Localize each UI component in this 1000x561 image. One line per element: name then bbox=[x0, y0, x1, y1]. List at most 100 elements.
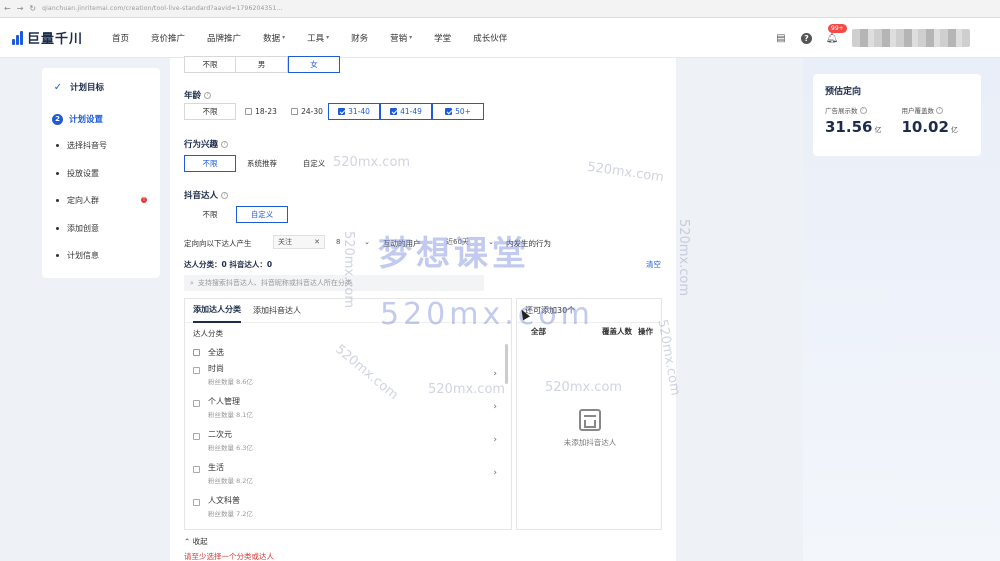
age-option[interactable]: 24-30 bbox=[286, 103, 328, 120]
category-fans: 粉丝数量 7.2亿 bbox=[208, 510, 253, 518]
nav-item[interactable]: 数据 ▾ bbox=[252, 32, 296, 44]
days-select[interactable]: 近60天 ⌄ bbox=[442, 235, 498, 249]
chevron-down-icon: ⌄ bbox=[364, 238, 370, 246]
nav-item[interactable]: 首页 bbox=[101, 32, 140, 44]
top-right-tools: ▤ ? 🔔︎ 99+ bbox=[775, 18, 970, 58]
nav-item[interactable]: 竞价推广 bbox=[140, 32, 196, 44]
users-unit: 亿 bbox=[950, 126, 958, 134]
option-button[interactable]: 自定义 bbox=[236, 206, 288, 223]
age-checkbox[interactable] bbox=[445, 108, 453, 115]
help-icon[interactable]: ? bbox=[221, 140, 229, 148]
logo[interactable]: 巨量千川 bbox=[12, 28, 83, 47]
sidebar-item[interactable]: 选择抖音号 bbox=[56, 132, 160, 160]
age-checkbox[interactable] bbox=[390, 108, 398, 115]
follow-filter-tag[interactable]: 关注 ✕ bbox=[273, 235, 325, 249]
nav-item-label: 竞价推广 bbox=[151, 33, 186, 44]
impressions-unit: 亿 bbox=[874, 126, 882, 134]
category-checkbox[interactable] bbox=[193, 466, 200, 473]
watermark: 520mx.com bbox=[676, 218, 692, 297]
document-icon[interactable]: ▤ bbox=[775, 32, 787, 44]
category-tab[interactable]: 添加达人分类 bbox=[193, 299, 241, 323]
nav-item[interactable]: 营销 ▾ bbox=[379, 32, 423, 44]
option-button[interactable]: 不限 bbox=[184, 155, 236, 172]
category-list: 时尚 粉丝数量 8.6亿 › 个人管理 粉丝数量 8.1亿 › 二次元 粉丝数量 6.3亿 › 生… bbox=[185, 363, 511, 528]
option-button[interactable]: 女 bbox=[288, 56, 340, 73]
category-row[interactable]: 人文科普 粉丝数量 7.2亿 bbox=[185, 495, 511, 528]
top-nav: 巨量千川 首页 竞价推广 品牌推广 数据 ▾ 工具 ▾ 财务 营销 ▾ 学堂 成长伙伴 ▤ ? 🔔︎ 9… bbox=[0, 18, 1000, 58]
sidebar-item[interactable]: 计划信息 bbox=[56, 242, 160, 270]
option-button[interactable]: 不限 bbox=[184, 56, 236, 73]
chevron-right-icon[interactable]: › bbox=[493, 402, 497, 412]
user-account-blurred[interactable] bbox=[852, 29, 970, 47]
step-plan-settings[interactable]: 2 计划设置 bbox=[52, 110, 160, 128]
age-checkbox[interactable] bbox=[338, 108, 346, 115]
age-option[interactable]: 50+ bbox=[432, 103, 484, 120]
nav-item[interactable]: 财务 bbox=[340, 32, 379, 44]
option-label: 系统推荐 bbox=[247, 159, 277, 168]
empty-text: 未添加抖音达人 bbox=[563, 438, 617, 447]
nav-item[interactable]: 学堂 bbox=[423, 32, 462, 44]
sidebar-item-label: 投放设置 bbox=[67, 168, 99, 178]
age-checkbox[interactable] bbox=[291, 108, 299, 115]
option-button[interactable]: 自定义 bbox=[288, 155, 340, 172]
age-option[interactable]: 41-49 bbox=[380, 103, 432, 120]
category-section-title: 达人分类 bbox=[193, 329, 223, 338]
collapse-label: 收起 bbox=[192, 537, 208, 546]
step-plan-goal[interactable]: ✓ 计划目标 bbox=[52, 78, 160, 96]
main-menu: 首页 竞价推广 品牌推广 数据 ▾ 工具 ▾ 财务 营销 ▾ 学堂 成长伙伴 bbox=[101, 32, 518, 44]
select-all-checkbox[interactable] bbox=[193, 348, 200, 356]
sidebar-item[interactable]: 添加创意 bbox=[56, 215, 160, 243]
sidebar-item[interactable]: 定向人群! bbox=[56, 187, 160, 215]
follow-label: 关注 bbox=[278, 238, 292, 246]
option-button[interactable]: 不限 bbox=[184, 206, 236, 223]
back-icon[interactable]: ← bbox=[4, 4, 11, 13]
close-icon[interactable]: ✕ bbox=[314, 238, 320, 246]
check-icon: ✓ bbox=[53, 81, 63, 93]
nav-item[interactable]: 工具 ▾ bbox=[296, 32, 340, 44]
category-row[interactable]: 个人管理 粉丝数量 8.1亿 › bbox=[185, 396, 511, 429]
help-icon[interactable]: ? bbox=[935, 106, 943, 114]
category-tab[interactable]: 添加抖音达人 bbox=[253, 299, 301, 323]
category-checkbox[interactable] bbox=[193, 367, 200, 374]
reload-icon[interactable]: ↻ bbox=[29, 4, 36, 13]
estimate-title: 预估定向 bbox=[825, 87, 862, 97]
chevron-right-icon[interactable]: › bbox=[493, 435, 497, 445]
option-label: 自定义 bbox=[302, 159, 326, 168]
chevron-right-icon[interactable]: › bbox=[493, 369, 497, 379]
category-row[interactable]: 二次元 粉丝数量 6.3亿 › bbox=[185, 429, 511, 462]
age-option[interactable]: 18-23 bbox=[236, 103, 286, 120]
help-icon[interactable]: ? bbox=[221, 191, 229, 199]
category-row[interactable]: 时尚 粉丝数量 8.6亿 › bbox=[185, 363, 511, 396]
nav-item[interactable]: 成长伙伴 bbox=[462, 32, 518, 44]
estimate-panel: 预估定向 广告展示数? 31.56 亿 用户覆盖数? 10.02 亿 bbox=[803, 58, 1000, 561]
select-all-row[interactable]: 全选 bbox=[185, 341, 511, 363]
chevron-right-icon[interactable]: › bbox=[493, 468, 497, 478]
column-header: 覆盖人数 bbox=[602, 326, 632, 336]
bell-icon[interactable]: 🔔︎ 99+ bbox=[826, 24, 847, 44]
option-button[interactable]: 系统推荐 bbox=[236, 155, 288, 172]
category-checkbox[interactable] bbox=[193, 400, 200, 407]
help-icon[interactable]: ? bbox=[859, 106, 867, 114]
bullet bbox=[56, 171, 59, 175]
age-option[interactable]: 不限 bbox=[184, 103, 236, 120]
nav-item-label: 首页 bbox=[112, 33, 130, 44]
error-icon: ! bbox=[141, 197, 147, 203]
option-button[interactable]: 男 bbox=[236, 56, 288, 73]
age-checkbox[interactable] bbox=[245, 108, 253, 115]
url-text[interactable]: qianchuan.jinritemai.com/creation/tool-l… bbox=[42, 5, 283, 12]
forward-icon[interactable]: → bbox=[17, 4, 24, 13]
help-icon[interactable]: ? bbox=[204, 91, 212, 99]
category-row[interactable]: 生活 粉丝数量 8.2亿 › bbox=[185, 462, 511, 495]
nav-item[interactable]: 品牌推广 bbox=[196, 32, 252, 44]
category-checkbox[interactable] bbox=[193, 499, 200, 506]
scrollbar[interactable] bbox=[505, 344, 508, 384]
category-checkbox[interactable] bbox=[193, 433, 200, 440]
clear-link[interactable]: 清空 bbox=[646, 259, 661, 270]
collapse-button[interactable]: ⌃ 收起 bbox=[184, 536, 208, 547]
help-icon[interactable]: ? bbox=[801, 32, 812, 44]
creator-search-input[interactable]: ⌕ 支持搜索抖音达人、抖音昵称或抖音达人所在分类 bbox=[184, 275, 484, 291]
count-select[interactable]: 8 ⌄ bbox=[332, 235, 374, 249]
sidebar-item[interactable]: 投放设置 bbox=[56, 160, 160, 188]
chevron-down-icon: ⌄ bbox=[488, 238, 494, 246]
age-option[interactable]: 31-40 bbox=[328, 103, 380, 120]
